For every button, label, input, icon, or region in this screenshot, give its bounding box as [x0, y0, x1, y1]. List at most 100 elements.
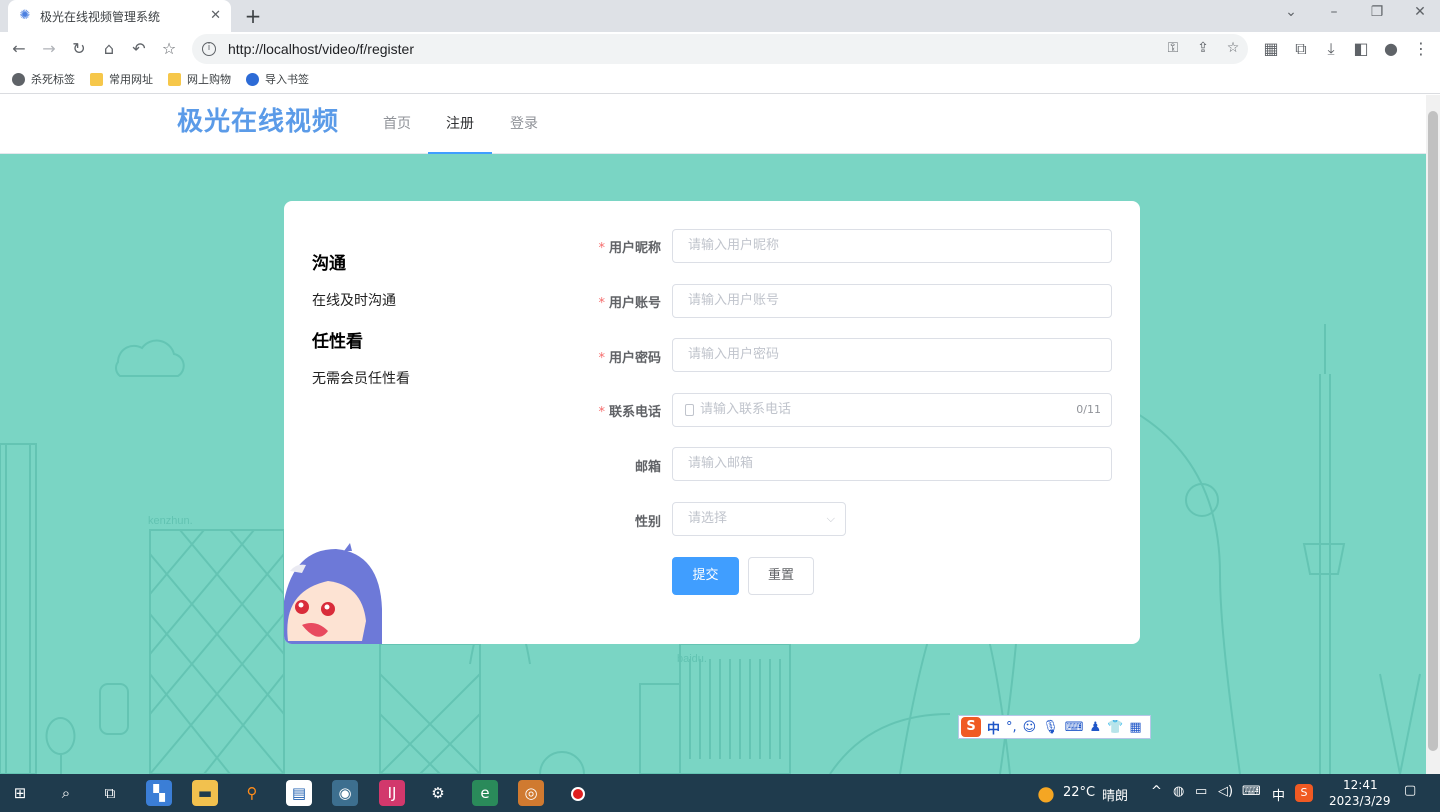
browser-tab[interactable]: ✺ 极光在线视频管理系统 ✕ — [8, 0, 231, 32]
tab-close-icon[interactable]: ✕ — [210, 8, 221, 23]
home-icon[interactable]: ⌂ — [98, 38, 120, 60]
emoji-icon[interactable]: ☺ — [1023, 720, 1037, 735]
file-explorer-icon[interactable]: ▬ — [192, 780, 218, 806]
crop-icon[interactable]: ⧉ — [1290, 38, 1312, 60]
key-icon[interactable]: ⚿ — [1164, 40, 1182, 56]
nickname-label-text: 用户昵称 — [608, 241, 661, 256]
tab-search-icon[interactable]: ⌄ — [1276, 4, 1306, 20]
new-tab-button[interactable]: + — [243, 4, 263, 28]
touch-keyboard-icon[interactable]: ⌨ — [1242, 784, 1261, 799]
account-input[interactable]: 请输入用户账号 — [672, 284, 1112, 318]
site-logo[interactable]: 极光在线视频 — [177, 101, 339, 138]
ime-mode[interactable]: 中 — [987, 718, 1000, 737]
gender-select[interactable]: 请选择 ⌵ — [672, 502, 846, 536]
nav-login[interactable]: 登录 — [494, 95, 554, 154]
phone-char-counter: 0/11 — [1076, 403, 1101, 416]
reset-button[interactable]: 重置 — [748, 557, 814, 595]
phone-input[interactable]: 请输入联系电话 0/11 — [672, 393, 1112, 427]
windows-start-icon[interactable]: ⊞ — [7, 780, 33, 806]
mic-icon[interactable]: 🎙 — [1042, 720, 1059, 735]
bookmarks-bar: 杀死标签 常用网址 网上购物 导入书签 — [0, 66, 1440, 94]
bookmark-item[interactable]: 杀死标签 — [12, 71, 75, 87]
email-input[interactable]: 请输入邮箱 — [672, 447, 1112, 481]
folder-icon — [90, 72, 103, 86]
close-window-icon[interactable]: ✕ — [1405, 4, 1435, 20]
site-header: 极光在线视频 首页 注册 登录 — [0, 95, 1426, 154]
user-icon[interactable]: ♟ — [1090, 720, 1102, 735]
page-scrollbar[interactable] — [1426, 95, 1440, 774]
phone-placeholder: 请输入联系电话 — [700, 402, 792, 417]
globe-icon — [12, 72, 25, 86]
site-favicon-icon: ✺ — [19, 8, 31, 23]
browser-toolbar: ← → ↻ ⌂ ↶ ☆ i http://localhost/video/f/r… — [0, 32, 1440, 66]
bookmark-item[interactable]: 网上购物 — [168, 71, 231, 87]
nav-home[interactable]: 首页 — [367, 95, 427, 154]
edge-dev-icon[interactable]: e — [472, 780, 498, 806]
ime-toolbar[interactable]: S 中 °, ☺ 🎙 ⌨ ♟ 👕 ▦ — [958, 715, 1151, 739]
site-info-icon[interactable]: i — [202, 42, 216, 56]
keyboard-icon[interactable]: ⌨ — [1065, 720, 1084, 735]
weather-desc[interactable]: 晴朗 — [1102, 785, 1128, 804]
ime-punct[interactable]: °, — [1006, 720, 1017, 735]
reload-icon[interactable]: ↻ — [68, 38, 90, 60]
profile-icon[interactable]: ● — [1380, 38, 1402, 60]
sogou-tray-icon[interactable]: S — [1295, 784, 1313, 802]
restore-icon[interactable]: ❐ — [1362, 4, 1392, 20]
intro-text-watch: 无需会员任性看 — [312, 371, 410, 387]
search-icon[interactable]: ⌕ — [53, 780, 79, 806]
download-icon[interactable]: ⤓ — [1320, 38, 1342, 60]
page-viewport: kenzhun. baidu. 极光在线视频 首页 注册 登录 沟通 在线及时沟… — [0, 95, 1426, 774]
folder-icon — [168, 72, 181, 86]
chevron-down-icon: ⌵ — [826, 512, 835, 525]
nickname-input[interactable]: 请输入用户昵称 — [672, 229, 1112, 263]
undo-icon[interactable]: ↶ — [128, 38, 150, 60]
settings-icon[interactable]: ⚙ — [425, 780, 451, 806]
forward-icon[interactable]: → — [38, 38, 60, 60]
scrollbar-thumb[interactable] — [1428, 111, 1438, 751]
bookmark-label: 杀死标签 — [31, 73, 75, 86]
task-view-icon[interactable]: ⧉ — [97, 780, 123, 806]
network-globe-icon[interactable]: ◍ — [1173, 784, 1184, 799]
email-label: 邮箱 — [634, 460, 661, 475]
nav-register[interactable]: 注册 — [428, 95, 492, 154]
minimize-icon[interactable]: – — [1319, 4, 1349, 20]
notification-icon[interactable]: ▢ — [1404, 783, 1416, 798]
required-mark: * — [598, 296, 605, 311]
share-icon[interactable]: ⇪ — [1194, 40, 1212, 56]
bookmark-item[interactable]: 导入书签 — [246, 71, 309, 87]
clock-date[interactable]: 2023/3/29 — [1329, 794, 1391, 808]
bookmark-item[interactable]: 常用网址 — [90, 71, 153, 87]
sidepanel-icon[interactable]: ◧ — [1350, 38, 1372, 60]
star-icon[interactable]: ☆ — [158, 38, 180, 60]
gender-placeholder: 请选择 — [688, 511, 728, 526]
background-watermark: baidu. — [677, 653, 707, 665]
grid-icon[interactable]: ▦ — [1129, 720, 1141, 735]
tray-expand-icon[interactable]: ^ — [1151, 784, 1162, 799]
wechat-icon[interactable]: ◎ — [518, 780, 544, 806]
input-language[interactable]: 中 — [1272, 785, 1285, 804]
app-store-icon[interactable]: ▚ — [146, 780, 172, 806]
submit-button[interactable]: 提交 — [672, 557, 739, 595]
volume-icon[interactable]: ◁) — [1218, 784, 1233, 799]
bookmark-star-icon[interactable]: ☆ — [1224, 40, 1242, 56]
display-icon[interactable]: ▭ — [1195, 784, 1207, 799]
back-icon[interactable]: ← — [8, 38, 30, 60]
menu-dots-icon[interactable]: ⋮ — [1410, 38, 1432, 60]
sogou-logo-icon[interactable]: S — [961, 717, 981, 737]
intellij-icon[interactable]: IJ — [379, 780, 405, 806]
recorder-icon[interactable] — [565, 780, 591, 806]
email-placeholder: 请输入邮箱 — [688, 456, 754, 471]
clock-time[interactable]: 12:41 — [1343, 778, 1378, 792]
address-bar[interactable]: i http://localhost/video/f/register ⚿ ⇪ … — [192, 34, 1248, 64]
chrome-icon[interactable]: ◉ — [332, 780, 358, 806]
magnifier-app-icon[interactable]: ⚲ — [239, 780, 265, 806]
password-input[interactable]: 请输入用户密码 — [672, 338, 1112, 372]
nickname-label: * 用户昵称 — [541, 237, 661, 256]
weather-sun-icon[interactable]: ● — [1033, 780, 1059, 806]
url-text[interactable]: http://localhost/video/f/register — [228, 41, 414, 57]
editor-app-icon[interactable]: ▤ — [286, 780, 312, 806]
skin-icon[interactable]: 👕 — [1107, 720, 1123, 735]
bookmark-label: 网上购物 — [187, 73, 231, 86]
weather-temp[interactable]: 22°C — [1063, 785, 1095, 800]
extensions-icon[interactable]: ▦ — [1260, 38, 1282, 60]
